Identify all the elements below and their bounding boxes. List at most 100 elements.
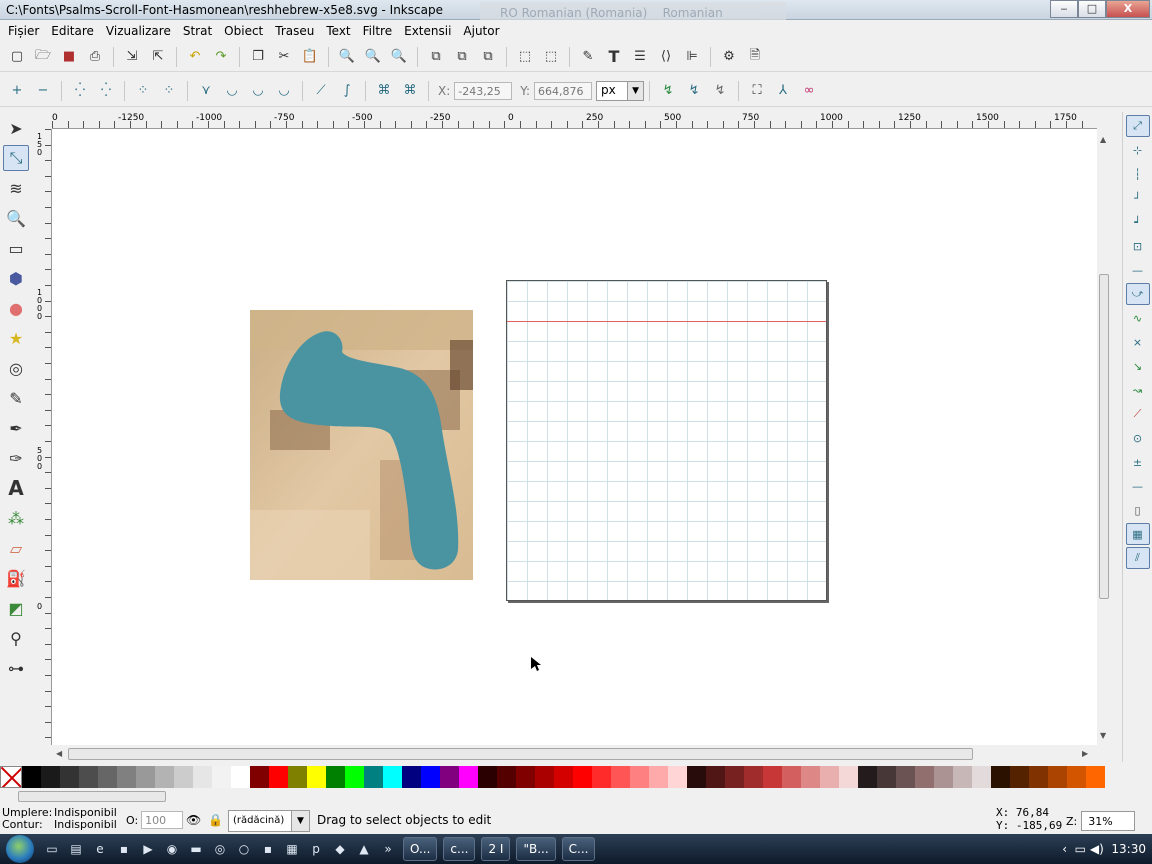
color-swatch[interactable] <box>1010 766 1029 788</box>
tray-expand-icon[interactable]: ‹ <box>1062 842 1067 856</box>
color-swatch[interactable] <box>383 766 402 788</box>
color-swatch[interactable] <box>592 766 611 788</box>
color-swatch[interactable] <box>801 766 820 788</box>
show-handles-icon[interactable]: ↯ <box>656 79 680 103</box>
color-swatch[interactable] <box>934 766 953 788</box>
snap-guide-icon[interactable]: ⫽ <box>1125 547 1150 569</box>
tweak-tool-icon[interactable]: ≋ <box>3 175 29 201</box>
color-swatch[interactable] <box>269 766 288 788</box>
menu-extensions[interactable]: Extensii <box>398 24 457 38</box>
color-swatch[interactable] <box>744 766 763 788</box>
snap-midpoint-icon[interactable]: ⟋ <box>1126 403 1150 425</box>
segment-line-icon[interactable]: ⟋ <box>309 79 333 103</box>
color-swatch[interactable] <box>364 766 383 788</box>
duplicate-icon[interactable]: ❐ <box>246 45 270 69</box>
color-swatch[interactable] <box>668 766 687 788</box>
rectangle-tool-icon[interactable]: ▭ <box>3 235 29 261</box>
color-swatch[interactable] <box>440 766 459 788</box>
color-swatch[interactable] <box>41 766 60 788</box>
undo-icon[interactable]: ↶ <box>183 45 207 69</box>
minimize-button[interactable]: ‒ <box>1050 0 1078 18</box>
color-swatch[interactable] <box>706 766 725 788</box>
star-tool-icon[interactable]: ★ <box>3 325 29 351</box>
menu-object[interactable]: Obiect <box>218 24 269 38</box>
page-area[interactable] <box>506 280 827 601</box>
group-objects-icon[interactable]: ⬚ <box>513 45 537 69</box>
y-field[interactable]: 664,876 <box>534 81 593 100</box>
delete-node-icon[interactable]: − <box>31 79 55 103</box>
join-nodes-icon[interactable]: ⁛ <box>68 79 92 103</box>
scroll-right-icon[interactable]: ▶ <box>1082 749 1088 758</box>
auto-smooth-node-icon[interactable]: ◡ <box>272 79 296 103</box>
color-swatch[interactable] <box>953 766 972 788</box>
eye-icon[interactable]: 👁 <box>186 813 201 827</box>
color-swatch[interactable] <box>79 766 98 788</box>
scroll-left-icon[interactable]: ◀ <box>56 749 62 758</box>
import-icon[interactable]: ⇲ <box>120 45 144 69</box>
horizontal-scroll-thumb[interactable] <box>68 748 973 760</box>
show-desktop-icon[interactable]: ▭ <box>41 838 63 860</box>
save-icon[interactable]: ■ <box>57 45 81 69</box>
color-swatch[interactable] <box>554 766 573 788</box>
cut-icon[interactable]: ✂ <box>272 45 296 69</box>
vertical-scroll-thumb[interactable] <box>1099 274 1109 599</box>
color-swatch[interactable] <box>782 766 801 788</box>
connector-tool-icon[interactable]: ⊶ <box>3 655 29 681</box>
color-swatch[interactable] <box>611 766 630 788</box>
redo-icon[interactable]: ↷ <box>209 45 233 69</box>
color-swatch[interactable] <box>1029 766 1048 788</box>
zoom-tool-icon[interactable]: 🔍 <box>3 205 29 231</box>
pencil-tool-icon[interactable]: ✎ <box>3 385 29 411</box>
menu-help[interactable]: Ajutor <box>457 24 505 38</box>
color-swatch[interactable] <box>535 766 554 788</box>
color-swatch[interactable] <box>345 766 364 788</box>
menu-layer[interactable]: Strat <box>177 24 218 38</box>
app-icon[interactable]: ▲ <box>353 838 375 860</box>
xml-editor-icon[interactable]: ⟨⟩ <box>654 45 678 69</box>
color-swatch[interactable] <box>858 766 877 788</box>
color-swatch[interactable] <box>915 766 934 788</box>
align-distribute-icon[interactable]: ⊫ <box>680 45 704 69</box>
cmd-icon[interactable]: ▪ <box>257 838 279 860</box>
color-swatch[interactable] <box>896 766 915 788</box>
group-icon[interactable]: ⧉ <box>424 45 448 69</box>
fill-stroke-icon[interactable]: ✎ <box>576 45 600 69</box>
insert-node-icon[interactable]: + <box>5 79 29 103</box>
app-icon[interactable]: ◆ <box>329 838 351 860</box>
clock[interactable]: 13:30 <box>1111 842 1146 856</box>
canvas[interactable] <box>52 129 1097 745</box>
transform-handles-icon[interactable]: ⛶ <box>745 79 769 103</box>
dropper-tool-icon[interactable]: ⚲ <box>3 625 29 651</box>
snap-bbox-center-icon[interactable]: ⊡ <box>1126 235 1150 257</box>
zoom-field[interactable]: 31% <box>1081 811 1136 831</box>
smooth-node-icon[interactable]: ◡ <box>220 79 244 103</box>
text-tool-icon[interactable]: A <box>3 475 29 501</box>
color-swatch[interactable] <box>459 766 478 788</box>
eraser-tool-icon[interactable]: ▱ <box>3 535 29 561</box>
show-path-effects-icon[interactable]: ↯ <box>708 79 732 103</box>
color-swatch[interactable] <box>193 766 212 788</box>
calendar-icon[interactable]: ▦ <box>281 838 303 860</box>
color-swatch[interactable] <box>22 766 41 788</box>
php-icon[interactable]: p <box>305 838 327 860</box>
color-swatch[interactable] <box>212 766 231 788</box>
cusp-node-icon[interactable]: ⋎ <box>194 79 218 103</box>
color-swatch[interactable] <box>155 766 174 788</box>
text-tool-icon[interactable]: T <box>602 45 626 69</box>
color-swatch[interactable] <box>288 766 307 788</box>
horizontal-scrollbar[interactable]: ◀ ▶ <box>52 745 1097 763</box>
ungroup-icon[interactable]: ⬚ <box>539 45 563 69</box>
selector-tool-icon[interactable]: ➤ <box>3 115 29 141</box>
snap-grid-icon[interactable]: ▦ <box>1125 523 1150 545</box>
snap-toggle-icon[interactable]: ⤢ <box>1125 115 1150 137</box>
scroll-up-icon[interactable]: ▲ <box>1100 135 1106 144</box>
break-path-icon[interactable]: ⁛ <box>94 79 118 103</box>
color-swatch[interactable] <box>421 766 440 788</box>
taskbar-button[interactable]: "B... <box>516 837 556 861</box>
color-swatch[interactable] <box>839 766 858 788</box>
node-tool-icon[interactable]: ⤡ <box>3 145 29 171</box>
color-swatch[interactable] <box>478 766 497 788</box>
color-swatch[interactable] <box>725 766 744 788</box>
color-swatch[interactable] <box>497 766 516 788</box>
calligraphy-tool-icon[interactable]: ✑ <box>3 445 29 471</box>
